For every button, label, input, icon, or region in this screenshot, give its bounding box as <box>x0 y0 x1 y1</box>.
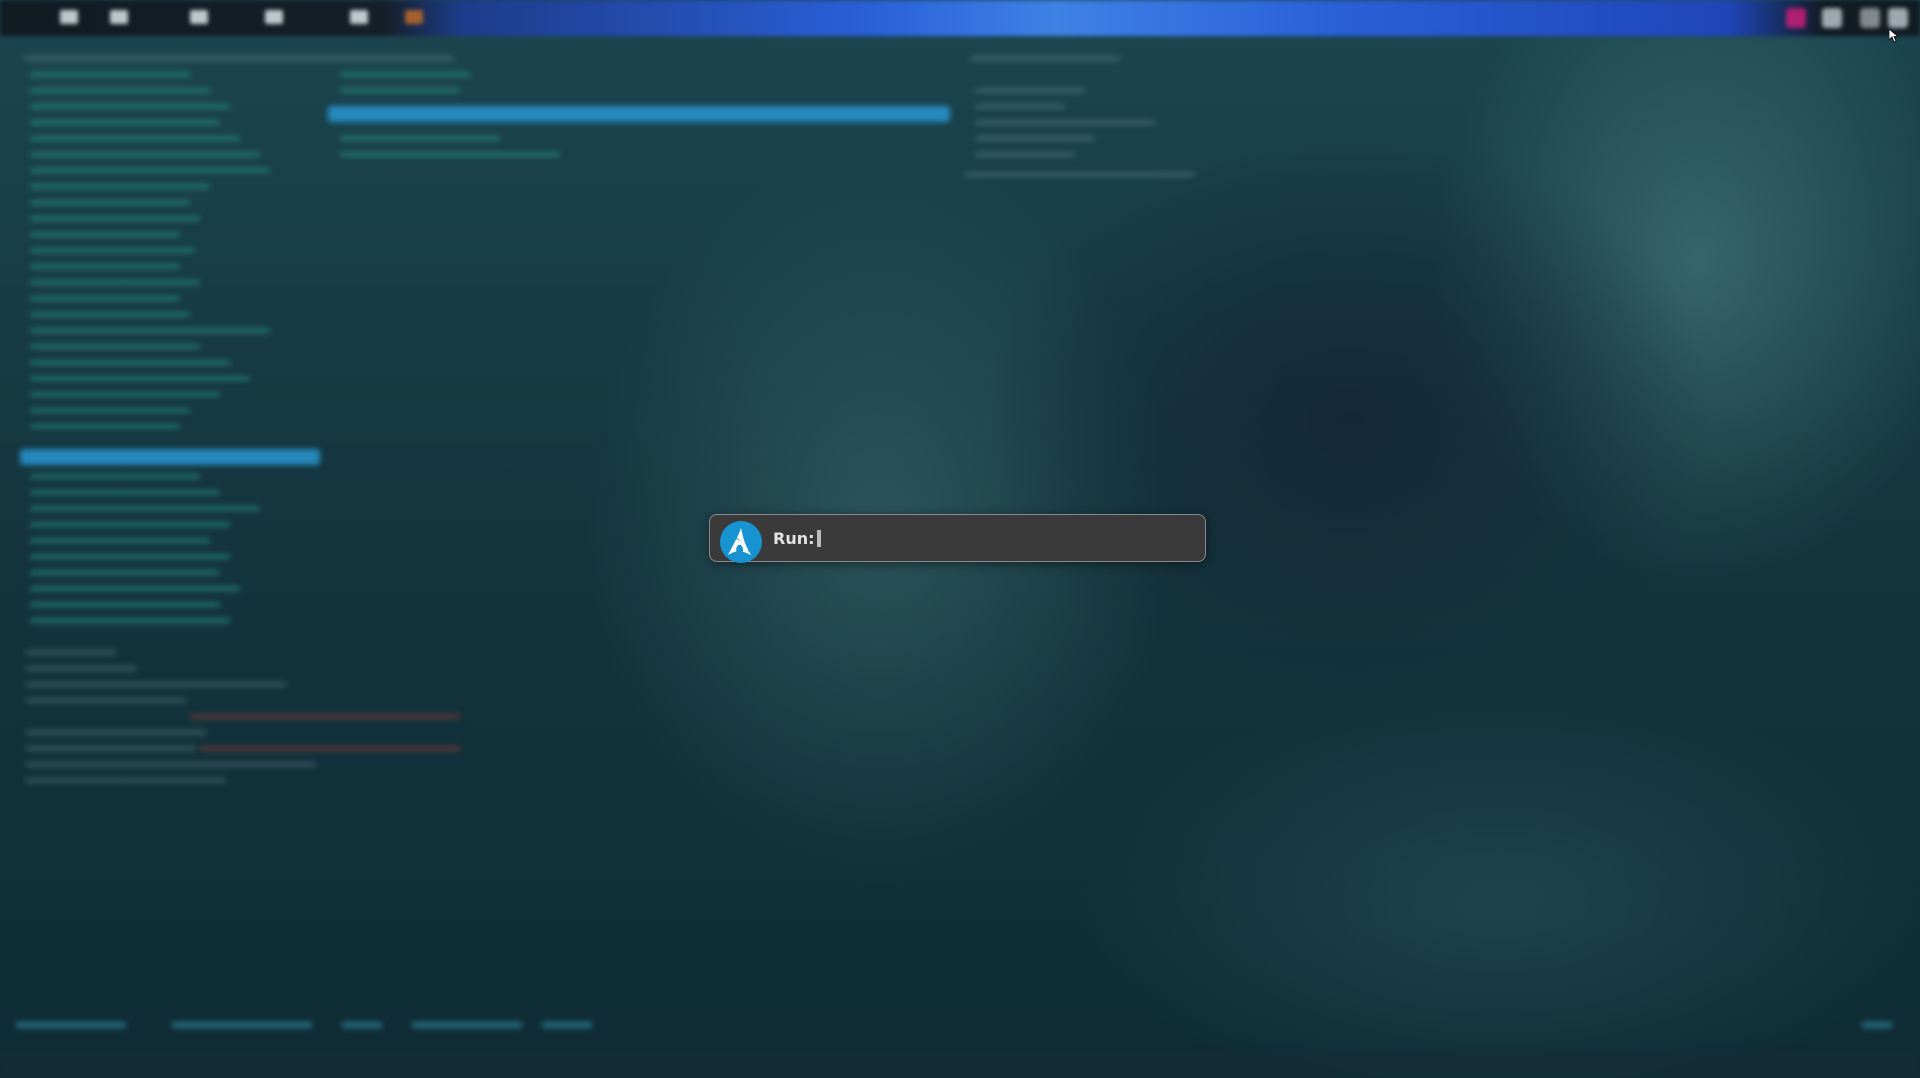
arch-linux-logo-icon <box>720 521 762 563</box>
status-bar <box>12 1012 1902 1038</box>
text-cursor <box>817 530 821 547</box>
terminal-pane-right <box>0 0 1920 1000</box>
mouse-pointer-icon <box>1889 29 1899 43</box>
run-prompt-label: Run: <box>773 529 815 548</box>
desktop: Run: <box>0 0 1920 1078</box>
bottom-panel <box>0 1050 1920 1078</box>
run-dialog: Run: <box>709 514 1206 563</box>
run-command-input[interactable] <box>816 527 1186 549</box>
